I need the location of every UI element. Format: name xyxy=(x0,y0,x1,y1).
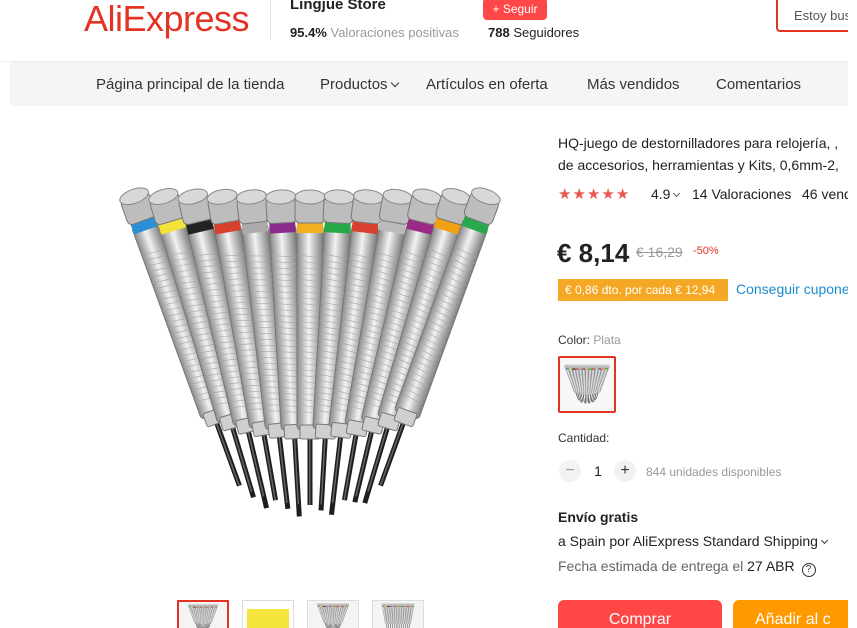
color-label-text: Color: xyxy=(558,333,591,347)
product-title-line-1: HQ-juego de destornilladores para reloje… xyxy=(558,135,839,151)
color-value: Plata xyxy=(593,333,621,347)
positive-label: Valoraciones positivas xyxy=(330,25,459,40)
quantity-label: Cantidad: xyxy=(558,431,610,445)
thumbnail-3[interactable] xyxy=(307,600,359,628)
delivery-date: 27 ABR xyxy=(747,558,795,574)
product-title-line-2: de accesorios, herramientas y Kits, 0,6m… xyxy=(558,157,839,173)
shipping-title: Envío gratis xyxy=(558,509,639,525)
search-input[interactable]: Estoy bus xyxy=(776,0,857,32)
header-divider xyxy=(270,0,271,40)
sold-count: 46 vend xyxy=(802,186,852,202)
swatch-image xyxy=(564,364,610,404)
screwdriver xyxy=(396,603,400,628)
thumbnail-1[interactable] xyxy=(177,600,229,628)
shipping-method[interactable]: a Spain por AliExpress Standard Shipping xyxy=(558,533,828,549)
quantity-decrease-button[interactable]: − xyxy=(559,460,581,482)
store-name[interactable]: Lingjue Store xyxy=(290,0,386,13)
nav-home[interactable]: Página principal de la tienda xyxy=(96,76,284,93)
available-units: 844 unidades disponibles xyxy=(646,465,782,479)
quantity-increase-button[interactable]: + xyxy=(614,460,636,482)
star-icon: ★ xyxy=(615,186,630,203)
followers-count: 788 Seguidores xyxy=(488,25,579,40)
reviews-count[interactable]: 14 Valoraciones xyxy=(692,186,791,202)
quantity-input[interactable]: 1 xyxy=(592,463,604,479)
star-icon: ★ xyxy=(572,186,586,203)
star-icon: ★ xyxy=(601,186,615,203)
thumbnail-image xyxy=(316,603,350,628)
star-icon: ★ xyxy=(586,186,601,203)
delivery-estimate: Fecha estimada de entrega el 27 ABR ? xyxy=(558,558,816,577)
thumbnail-2[interactable] xyxy=(242,600,294,628)
rating-stars: ★ ★ ★ ★ ★ xyxy=(558,185,630,203)
color-swatch-silver[interactable] xyxy=(558,356,616,413)
discount-badge: -50% xyxy=(693,245,719,257)
store-nav: Página principal de la tienda Productos … xyxy=(10,62,848,106)
add-to-cart-button[interactable]: Añadir al c xyxy=(733,600,857,628)
shipping-method-text: a Spain por AliExpress Standard Shipping xyxy=(558,533,818,549)
thumbnail-4[interactable] xyxy=(372,600,424,628)
nav-reviews[interactable]: Comentarios xyxy=(716,76,801,93)
page-edge xyxy=(848,0,857,628)
positive-rating: 95.4% Valoraciones positivas xyxy=(290,25,459,40)
get-coupons-link[interactable]: Conseguir cupone xyxy=(736,281,850,297)
follow-button[interactable]: + Seguir xyxy=(483,0,547,20)
chevron-down-icon xyxy=(390,78,399,88)
thumbnail-image xyxy=(381,603,415,628)
question-circle-icon[interactable]: ? xyxy=(801,563,816,577)
aliexpress-logo[interactable]: AliExpress xyxy=(84,0,250,40)
color-label: Color: Plata xyxy=(558,333,621,347)
chevron-down-icon xyxy=(820,536,828,545)
rating-number: 4.9 xyxy=(651,186,671,202)
nav-products-label: Productos xyxy=(320,76,388,93)
store-header: AliExpress Lingjue Store + Seguir 95.4% … xyxy=(0,0,857,62)
delivery-label: Fecha estimada de entrega el xyxy=(558,558,744,574)
thumbnail-image xyxy=(247,609,289,628)
positive-pct: 95.4% xyxy=(290,25,327,40)
coupon-badge: € 0,86 dto. por cada € 12,94 xyxy=(558,279,728,301)
original-price: € 16,29 xyxy=(636,244,683,260)
nav-products[interactable]: Productos xyxy=(320,76,399,93)
current-price: € 8,14 xyxy=(557,238,630,268)
nav-bestsellers[interactable]: Más vendidos xyxy=(587,76,680,93)
chevron-down-icon xyxy=(673,189,681,198)
star-icon: ★ xyxy=(558,186,572,203)
followers-label: Seguidores xyxy=(513,25,580,40)
product-main-image[interactable] xyxy=(90,130,530,580)
nav-deals[interactable]: Artículos en oferta xyxy=(426,76,548,93)
buy-now-button[interactable]: Comprar xyxy=(558,600,722,628)
followers-number: 788 xyxy=(488,25,510,40)
rating-value[interactable]: 4.9 xyxy=(651,186,681,202)
thumbnail-image xyxy=(187,603,219,628)
